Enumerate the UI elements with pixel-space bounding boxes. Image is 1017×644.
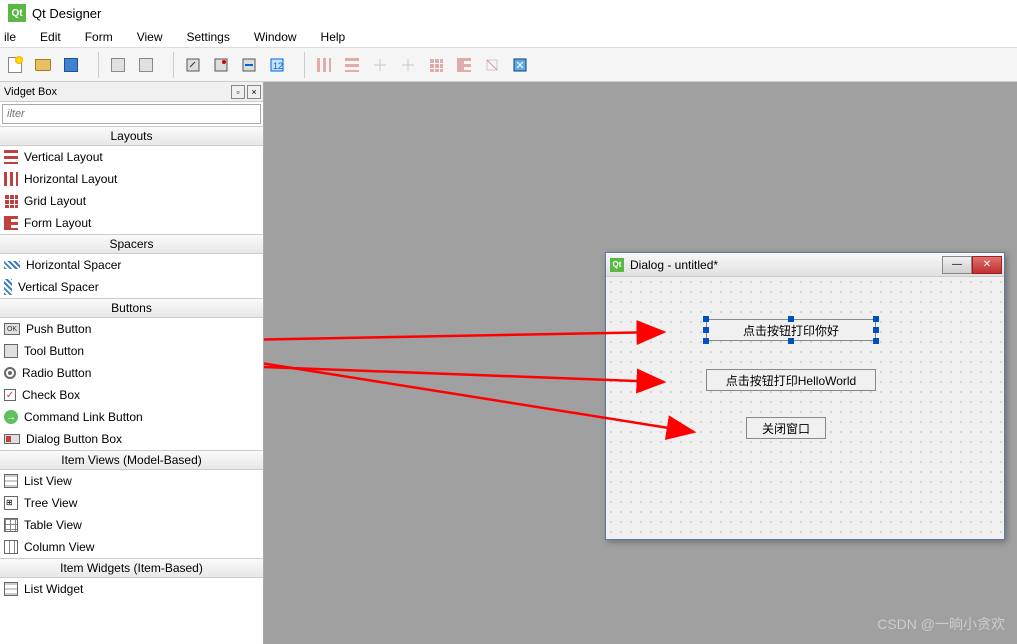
form-layout-icon bbox=[4, 216, 18, 230]
command-link-icon: → bbox=[4, 410, 18, 424]
layout-grid-button[interactable] bbox=[423, 52, 449, 78]
list-view-icon bbox=[4, 474, 18, 488]
menu-window[interactable]: Window bbox=[242, 28, 309, 46]
vertical-layout-icon bbox=[4, 150, 18, 164]
widget-vertical-spacer[interactable]: Vertical Spacer bbox=[0, 276, 263, 298]
open-file-button[interactable] bbox=[30, 52, 56, 78]
design-canvas[interactable]: Qt Dialog - untitled* — ✕ 点击按钮打印你好 点击按钮打… bbox=[264, 82, 1017, 644]
menu-view[interactable]: View bbox=[125, 28, 175, 46]
grid-layout-icon bbox=[4, 194, 18, 208]
widget-table-view[interactable]: Table View bbox=[0, 514, 263, 536]
widget-tree-view[interactable]: Tree View bbox=[0, 492, 263, 514]
menu-edit[interactable]: Edit bbox=[28, 28, 73, 46]
vertical-spacer-icon bbox=[4, 279, 12, 295]
widget-tool-button[interactable]: Tool Button bbox=[0, 340, 263, 362]
dialog-button-box-icon bbox=[4, 434, 20, 444]
svg-text:12: 12 bbox=[273, 61, 283, 71]
category-spacers[interactable]: Spacers bbox=[0, 234, 263, 254]
widget-command-link-button[interactable]: →Command Link Button bbox=[0, 406, 263, 428]
widget-box-panel: Vidget Box ▫ × Layouts Vertical Layout H… bbox=[0, 82, 264, 644]
edit-signals-button[interactable] bbox=[208, 52, 234, 78]
widget-dialog-button-box[interactable]: Dialog Button Box bbox=[0, 428, 263, 450]
widget-column-view[interactable]: Column View bbox=[0, 536, 263, 558]
radio-button-icon bbox=[4, 367, 16, 379]
menu-file[interactable]: ile bbox=[0, 28, 28, 46]
form-button-3[interactable]: 关闭窗口 bbox=[746, 417, 826, 439]
category-buttons[interactable]: Buttons bbox=[0, 298, 263, 318]
save-file-button[interactable] bbox=[58, 52, 84, 78]
send-back-button[interactable] bbox=[105, 52, 131, 78]
bring-front-button[interactable] bbox=[133, 52, 159, 78]
menubar: ile Edit Form View Settings Window Help bbox=[0, 26, 1017, 48]
titlebar: Qt Qt Designer bbox=[0, 0, 1017, 26]
widget-horizontal-spacer[interactable]: Horizontal Spacer bbox=[0, 254, 263, 276]
dialog-titlebar[interactable]: Qt Dialog - untitled* — ✕ bbox=[606, 253, 1004, 277]
column-view-icon bbox=[4, 540, 18, 554]
layout-hsplit-button[interactable] bbox=[367, 52, 393, 78]
layout-form-button[interactable] bbox=[451, 52, 477, 78]
tool-button-icon bbox=[4, 344, 18, 358]
tree-view-icon bbox=[4, 496, 18, 510]
filter-input[interactable] bbox=[2, 104, 261, 124]
check-box-icon: ✓ bbox=[4, 389, 16, 401]
menu-help[interactable]: Help bbox=[309, 28, 358, 46]
horizontal-layout-icon bbox=[4, 172, 18, 186]
qt-logo-icon: Qt bbox=[610, 258, 624, 272]
edit-widgets-button[interactable] bbox=[180, 52, 206, 78]
edit-buddies-button[interactable] bbox=[236, 52, 262, 78]
break-layout-button[interactable] bbox=[479, 52, 505, 78]
widget-form-layout[interactable]: Form Layout bbox=[0, 212, 263, 234]
widget-list-view[interactable]: List View bbox=[0, 470, 263, 492]
form-button-2[interactable]: 点击按钮打印HelloWorld bbox=[706, 369, 876, 391]
category-itemwidgets[interactable]: Item Widgets (Item-Based) bbox=[0, 558, 263, 578]
minimize-button[interactable]: — bbox=[942, 256, 972, 274]
layout-h-button[interactable] bbox=[311, 52, 337, 78]
app-title: Qt Designer bbox=[32, 6, 101, 21]
dialog-title: Dialog - untitled* bbox=[630, 258, 718, 272]
layout-vsplit-button[interactable] bbox=[395, 52, 421, 78]
new-file-button[interactable] bbox=[2, 52, 28, 78]
menu-settings[interactable]: Settings bbox=[175, 28, 242, 46]
qt-logo-icon: Qt bbox=[8, 4, 26, 22]
widget-vertical-layout[interactable]: Vertical Layout bbox=[0, 146, 263, 168]
category-itemviews[interactable]: Item Views (Model-Based) bbox=[0, 450, 263, 470]
widget-push-button[interactable]: OKPush Button bbox=[0, 318, 263, 340]
menu-form[interactable]: Form bbox=[73, 28, 125, 46]
list-widget-icon bbox=[4, 582, 18, 596]
dialog-body[interactable]: 点击按钮打印你好 点击按钮打印HelloWorld 关闭窗口 bbox=[606, 277, 1004, 539]
horizontal-spacer-icon bbox=[4, 261, 20, 269]
widget-grid-layout[interactable]: Grid Layout bbox=[0, 190, 263, 212]
panel-float-button[interactable]: ▫ bbox=[231, 85, 245, 99]
push-button-icon: OK bbox=[4, 323, 20, 335]
panel-close-button[interactable]: × bbox=[247, 85, 261, 99]
panel-title-bar: Vidget Box ▫ × bbox=[0, 82, 263, 102]
dialog-preview-window[interactable]: Qt Dialog - untitled* — ✕ 点击按钮打印你好 点击按钮打… bbox=[605, 252, 1005, 540]
layout-v-button[interactable] bbox=[339, 52, 365, 78]
watermark: CSDN @一晌小贪欢 bbox=[877, 614, 1005, 634]
table-view-icon bbox=[4, 518, 18, 532]
widget-horizontal-layout[interactable]: Horizontal Layout bbox=[0, 168, 263, 190]
category-layouts[interactable]: Layouts bbox=[0, 126, 263, 146]
widget-list-widget[interactable]: List Widget bbox=[0, 578, 263, 600]
widget-list[interactable]: Layouts Vertical Layout Horizontal Layou… bbox=[0, 126, 263, 644]
widget-check-box[interactable]: ✓Check Box bbox=[0, 384, 263, 406]
panel-title-text: Vidget Box bbox=[4, 86, 57, 98]
adjust-size-button[interactable] bbox=[507, 52, 533, 78]
widget-radio-button[interactable]: Radio Button bbox=[0, 362, 263, 384]
close-button[interactable]: ✕ bbox=[972, 256, 1002, 274]
edit-taborder-button[interactable]: 12 bbox=[264, 52, 290, 78]
toolbar: 12 bbox=[0, 48, 1017, 82]
